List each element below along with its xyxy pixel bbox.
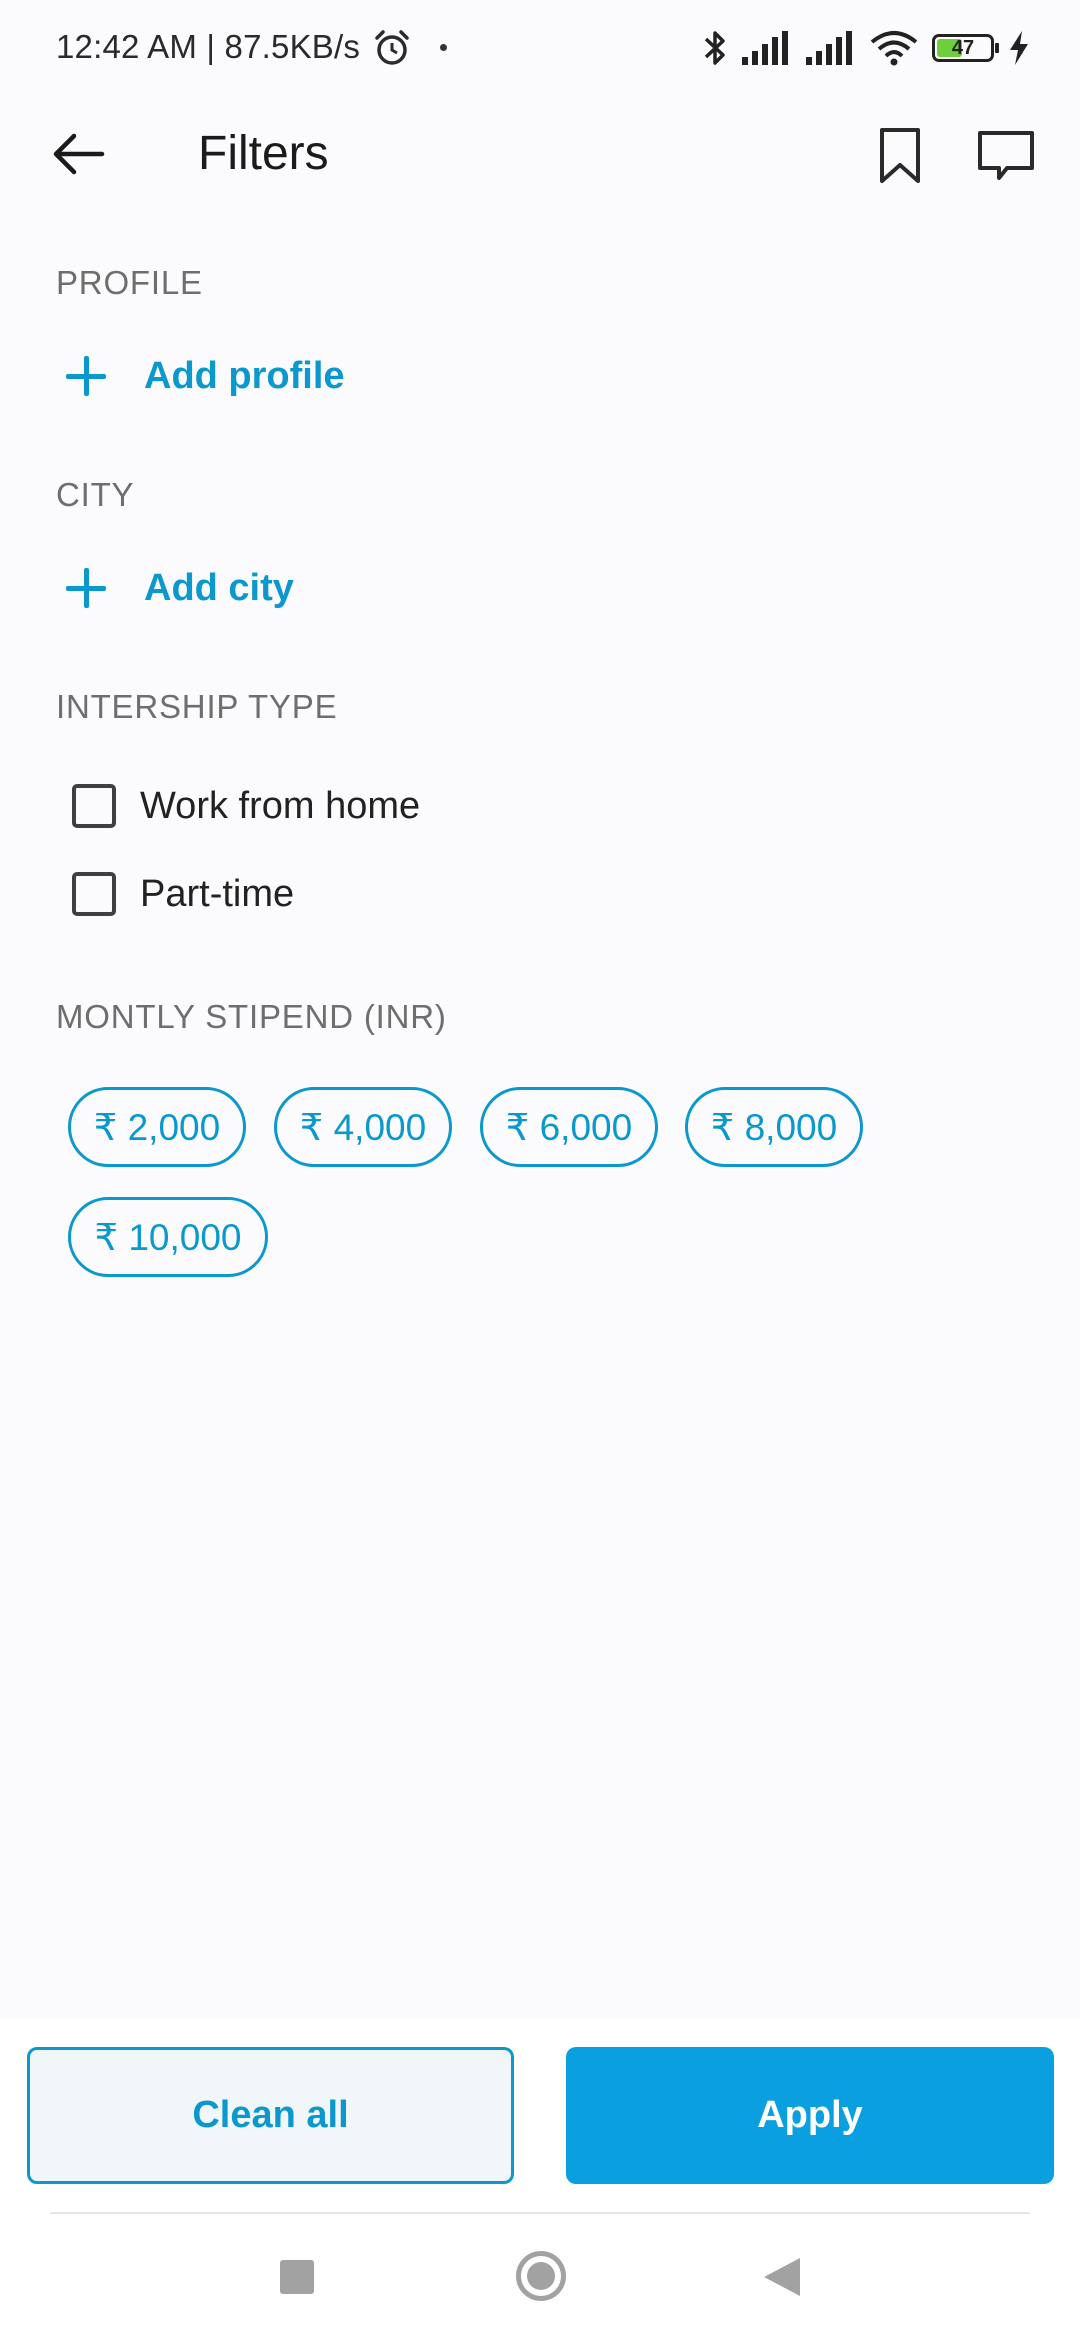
- part-time-checkbox-row[interactable]: Part-time: [72, 864, 294, 924]
- plus-icon: [56, 558, 116, 618]
- chat-icon: [978, 131, 1034, 180]
- part-time-label: Part-time: [140, 872, 295, 915]
- status-icons: 47: [702, 26, 1030, 70]
- city-section-label: CITY: [56, 476, 135, 513]
- clean-all-button[interactable]: Clean all: [27, 2047, 514, 2184]
- wifi-icon: [870, 31, 918, 66]
- internship-type-section-label: INTERSHIP TYPE: [56, 688, 338, 725]
- alarm-icon: [375, 30, 409, 65]
- stipend-chip-10000[interactable]: ₹ 10,000: [68, 1197, 268, 1277]
- bluetooth-icon: [704, 31, 725, 65]
- stipend-section-label: MONTLY STIPEND (INR): [56, 998, 447, 1035]
- bookmark-button[interactable]: [862, 118, 938, 194]
- charging-icon: [1010, 31, 1028, 65]
- stipend-chip-2000[interactable]: ₹ 2,000: [68, 1087, 246, 1167]
- chat-button[interactable]: [968, 118, 1044, 194]
- add-profile-label: Add profile: [144, 354, 345, 397]
- stipend-chip-6000[interactable]: ₹ 6,000: [480, 1087, 658, 1167]
- battery-level: 47: [951, 37, 975, 59]
- apply-button[interactable]: Apply: [566, 2047, 1054, 2184]
- signal-icon: [742, 31, 788, 65]
- work-from-home-label: Work from home: [140, 784, 421, 827]
- stipend-chip-4000[interactable]: ₹ 4,000: [274, 1087, 452, 1167]
- back-button[interactable]: [40, 116, 116, 192]
- notification-dot: [440, 44, 447, 51]
- status-bar: 12:42 AM | 87.5KB/s 47: [0, 0, 1080, 96]
- work-from-home-checkbox-row[interactable]: Work from home: [72, 776, 420, 836]
- nav-divider: [50, 2212, 1030, 2214]
- stipend-chip-8000[interactable]: ₹ 8,000: [685, 1087, 863, 1167]
- back-arrow-icon: [53, 133, 105, 175]
- work-from-home-checkbox[interactable]: [72, 784, 116, 828]
- app-bar: Filters: [0, 96, 1080, 214]
- profile-section-label: PROFILE: [56, 264, 203, 301]
- part-time-checkbox[interactable]: [72, 872, 116, 916]
- add-city-button[interactable]: Add city: [56, 550, 294, 626]
- battery-icon: 47: [932, 34, 999, 62]
- status-time: 12:42 AM | 87.5KB/s: [56, 28, 361, 65]
- add-city-label: Add city: [144, 566, 294, 609]
- plus-icon: [56, 346, 116, 406]
- filters-screen: 12:42 AM | 87.5KB/s 47 Filters PROFILE A…: [0, 0, 1080, 2340]
- bookmark-icon: [880, 128, 920, 183]
- page-title: Filters: [198, 127, 329, 180]
- recents-icon[interactable]: [280, 2260, 314, 2294]
- nav-back-icon[interactable]: [762, 2256, 802, 2298]
- signal-icon: [806, 31, 852, 65]
- add-profile-button[interactable]: Add profile: [56, 338, 345, 414]
- home-icon[interactable]: [516, 2251, 566, 2301]
